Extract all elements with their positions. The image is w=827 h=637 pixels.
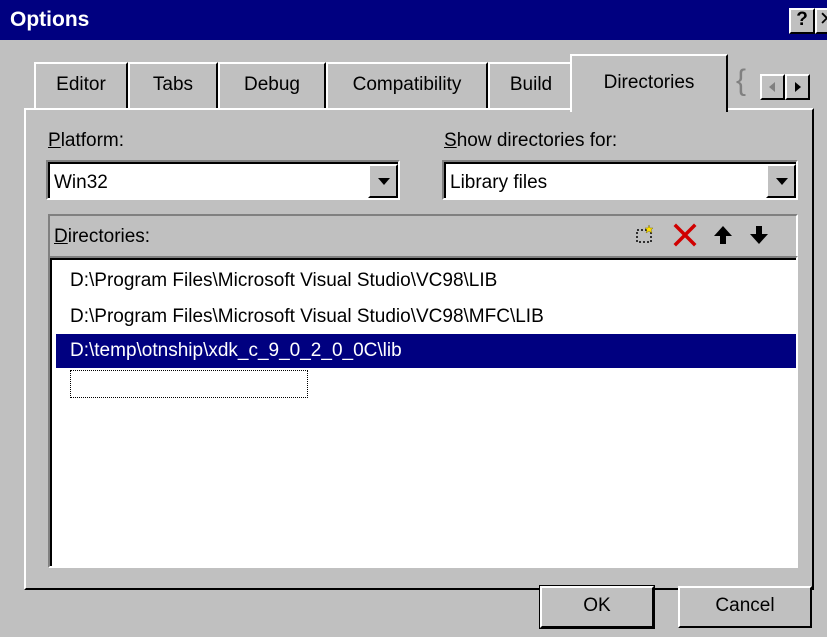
directories-label: Directories:: [54, 226, 150, 248]
move-up-arrow-icon[interactable]: [710, 222, 736, 250]
tab-overflow-edge: {: [736, 64, 747, 97]
show-directories-label: Show directories for:: [444, 130, 617, 152]
move-down-arrow-icon[interactable]: [746, 222, 772, 250]
show-directories-combo[interactable]: Library files: [442, 160, 798, 200]
tab-label: Directories: [603, 72, 695, 93]
list-item-selected[interactable]: D:\temp\otnship\xdk_c_9_0_2_0_0C\lib: [56, 334, 796, 368]
delete-x-icon[interactable]: [672, 222, 698, 250]
tab-compatibility[interactable]: Compatibility: [326, 62, 488, 108]
chevron-down-icon[interactable]: [766, 164, 796, 198]
list-item[interactable]: D:\Program Files\Microsoft Visual Studio…: [56, 264, 796, 298]
show-directories-combo-frame: Library files: [444, 162, 796, 198]
tab-scroll-left-icon[interactable]: [760, 74, 785, 100]
help-button[interactable]: ?: [789, 8, 815, 34]
close-button[interactable]: ✕: [815, 8, 827, 34]
list-item[interactable]: D:\Program Files\Microsoft Visual Studio…: [56, 300, 796, 334]
new-entry-edit-box[interactable]: [70, 370, 308, 398]
tab-label: Compatibility: [352, 74, 462, 95]
cancel-button[interactable]: Cancel: [678, 586, 812, 628]
tab-directories[interactable]: Directories: [570, 54, 728, 112]
tab-scroll-right-icon[interactable]: [785, 74, 810, 100]
platform-label: Platform:: [48, 130, 124, 152]
tab-debug[interactable]: Debug: [218, 62, 326, 108]
tab-tabs[interactable]: Tabs: [128, 62, 218, 108]
ok-button[interactable]: OK: [539, 585, 655, 629]
directories-label-accel: D: [54, 226, 68, 247]
directories-header: Directories:: [48, 214, 798, 256]
directories-label-text: irectories:: [67, 226, 151, 247]
platform-label-text: latform:: [60, 130, 125, 151]
tab-scroll-arrows: [760, 74, 810, 100]
platform-label-accel: P: [48, 130, 61, 151]
tab-label: Debug: [244, 74, 300, 95]
tab-label: Editor: [56, 74, 106, 95]
show-directories-label-text: how directories for:: [456, 130, 618, 151]
tab-label: Tabs: [152, 74, 194, 95]
tab-label: Build: [509, 74, 553, 95]
platform-combo-frame: Win32: [48, 162, 398, 198]
show-directories-value: Library files: [450, 172, 548, 193]
window-title: Options: [10, 8, 90, 31]
title-bar[interactable]: Options ? ✕: [0, 0, 827, 40]
tab-build[interactable]: Build: [488, 62, 574, 108]
platform-combo[interactable]: Win32: [46, 160, 400, 200]
tab-editor[interactable]: Editor: [34, 62, 128, 108]
options-dialog: Options ? ✕ Editor Tabs Debug Compatibil…: [0, 0, 827, 637]
platform-value: Win32: [54, 172, 108, 193]
show-directories-label-accel: S: [444, 130, 457, 151]
new-folder-icon[interactable]: [632, 222, 658, 250]
directories-list-frame: D:\Program Files\Microsoft Visual Studio…: [50, 258, 796, 566]
directories-list[interactable]: D:\Program Files\Microsoft Visual Studio…: [48, 256, 798, 568]
chevron-down-icon[interactable]: [368, 164, 398, 198]
